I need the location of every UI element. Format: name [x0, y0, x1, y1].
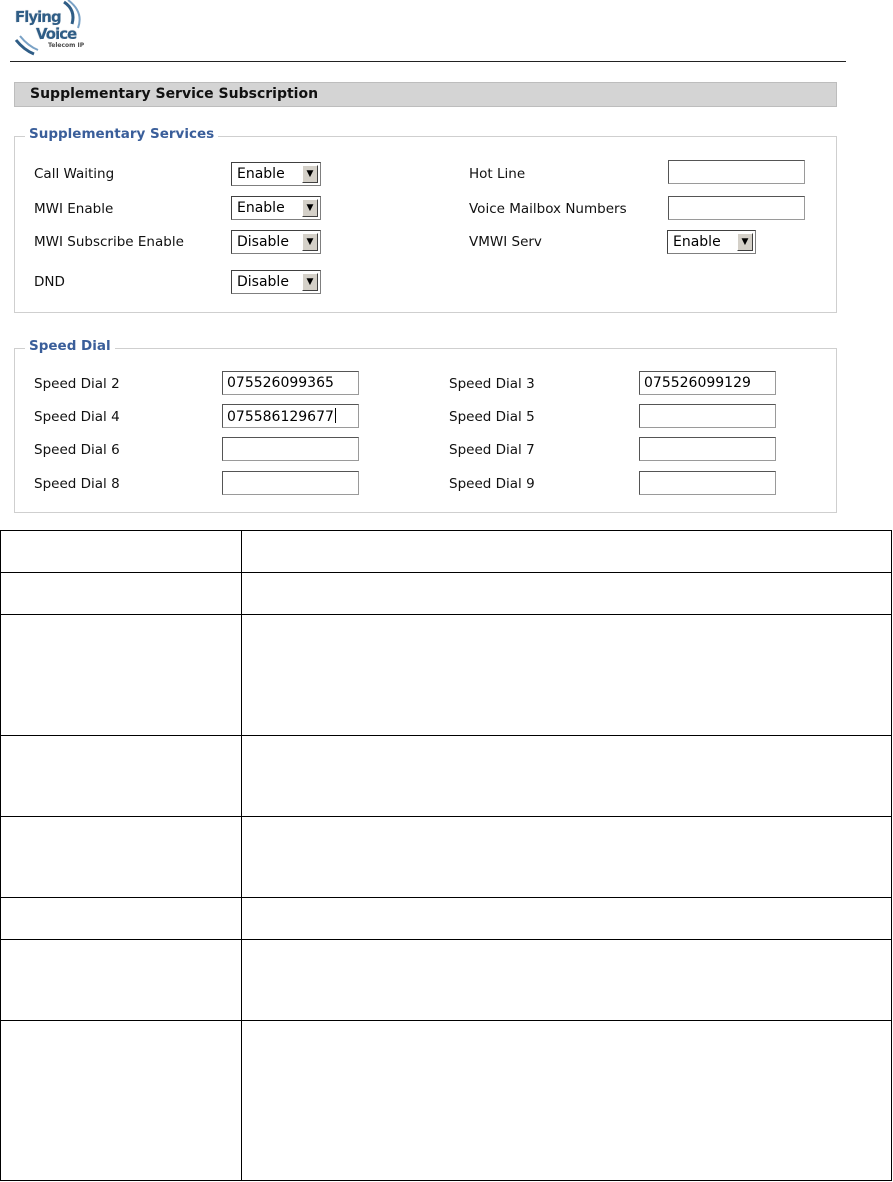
table-cell [0, 939, 242, 1021]
mwi-subscribe-enable-select[interactable]: Disable ▼ [231, 230, 321, 254]
mwi-enable-label: MWI Enable [34, 201, 114, 217]
table-row [0, 897, 892, 940]
speed-dial-3-label: Speed Dial 3 [449, 376, 535, 392]
flying-voice-logo: Flying Voice Telecom IP [12, 0, 88, 56]
speed-dial-group: Speed Dial Speed Dial 2 075526099365 Spe… [14, 338, 837, 513]
speed-dial-9-input[interactable] [639, 471, 776, 495]
speed-dial-7-label: Speed Dial 7 [449, 442, 535, 458]
table-cell [0, 735, 242, 817]
table-cell [241, 735, 892, 817]
table-cell [0, 572, 242, 615]
text-cursor [334, 408, 336, 423]
mwi-enable-select[interactable]: Enable ▼ [231, 196, 321, 220]
table-cell [0, 1020, 242, 1181]
mwi-enable-value: Enable [237, 200, 285, 216]
table-cell [0, 897, 242, 940]
table-row [0, 735, 892, 817]
vmwi-serv-value: Enable [673, 234, 721, 250]
speed-dial-4-value: 075586129677 [227, 409, 334, 425]
table-row [0, 1020, 892, 1181]
parameter-description-table [0, 530, 892, 1181]
dnd-label: DND [34, 274, 65, 290]
call-waiting-label: Call Waiting [34, 166, 115, 182]
supplementary-services-group: Supplementary Services Call Waiting Enab… [14, 126, 837, 313]
chevron-down-icon[interactable]: ▼ [302, 165, 318, 183]
speed-dial-6-label: Speed Dial 6 [34, 442, 120, 458]
logo-text-line1: Flying [15, 8, 62, 26]
table-cell [0, 530, 242, 573]
dnd-select[interactable]: Disable ▼ [231, 270, 321, 294]
table-row [0, 572, 892, 615]
chevron-down-icon[interactable]: ▼ [302, 233, 318, 251]
speed-dial-9-label: Speed Dial 9 [449, 476, 535, 492]
table-row [0, 816, 892, 898]
voice-mailbox-numbers-input[interactable] [668, 196, 805, 220]
voice-mailbox-numbers-label: Voice Mailbox Numbers [469, 201, 627, 217]
table-cell [241, 530, 892, 573]
speed-dial-7-input[interactable] [639, 437, 776, 461]
table-row [0, 939, 892, 1021]
speed-dial-5-label: Speed Dial 5 [449, 409, 535, 425]
logo-tagline: Telecom IP [48, 42, 85, 49]
speed-dial-2-input[interactable]: 075526099365 [222, 371, 359, 395]
table-cell [0, 614, 242, 736]
speed-dial-8-input[interactable] [222, 471, 359, 495]
table-cell [0, 816, 242, 898]
table-cell [241, 1020, 892, 1181]
speed-dial-6-input[interactable] [222, 437, 359, 461]
table-cell [241, 572, 892, 615]
speed-dial-2-value: 075526099365 [227, 375, 334, 391]
mwi-subscribe-enable-value: Disable [237, 234, 289, 250]
chevron-down-icon[interactable]: ▼ [302, 273, 318, 291]
table-cell [241, 939, 892, 1021]
speed-dial-3-value: 075526099129 [644, 375, 751, 391]
call-waiting-select[interactable]: Enable ▼ [231, 162, 321, 186]
vmwi-serv-label: VMWI Serv [469, 234, 542, 250]
speed-dial-4-input[interactable]: 075586129677 [222, 404, 359, 428]
speed-dial-2-label: Speed Dial 2 [34, 376, 120, 392]
supplementary-services-legend: Supplementary Services [25, 126, 219, 142]
mwi-subscribe-enable-label: MWI Subscribe Enable [34, 234, 184, 250]
table-row [0, 530, 892, 573]
table-cell [241, 816, 892, 898]
chevron-down-icon[interactable]: ▼ [737, 233, 753, 251]
hot-line-label: Hot Line [469, 166, 526, 182]
dnd-value: Disable [237, 274, 289, 290]
section-title: Supplementary Service Subscription [30, 86, 319, 102]
hot-line-input[interactable] [668, 160, 805, 184]
table-cell [241, 897, 892, 940]
section-title-bar: Supplementary Service Subscription [14, 82, 837, 107]
chevron-down-icon[interactable]: ▼ [302, 199, 318, 217]
header-divider [10, 61, 846, 62]
table-row [0, 614, 892, 736]
vmwi-serv-select[interactable]: Enable ▼ [667, 230, 756, 254]
speed-dial-8-label: Speed Dial 8 [34, 476, 120, 492]
speed-dial-5-input[interactable] [639, 404, 776, 428]
speed-dial-3-input[interactable]: 075526099129 [639, 371, 776, 395]
call-waiting-value: Enable [237, 166, 285, 182]
speed-dial-4-label: Speed Dial 4 [34, 409, 120, 425]
logo-text-line2: Voice [36, 25, 77, 43]
speed-dial-legend: Speed Dial [25, 338, 115, 354]
table-cell [241, 614, 892, 736]
